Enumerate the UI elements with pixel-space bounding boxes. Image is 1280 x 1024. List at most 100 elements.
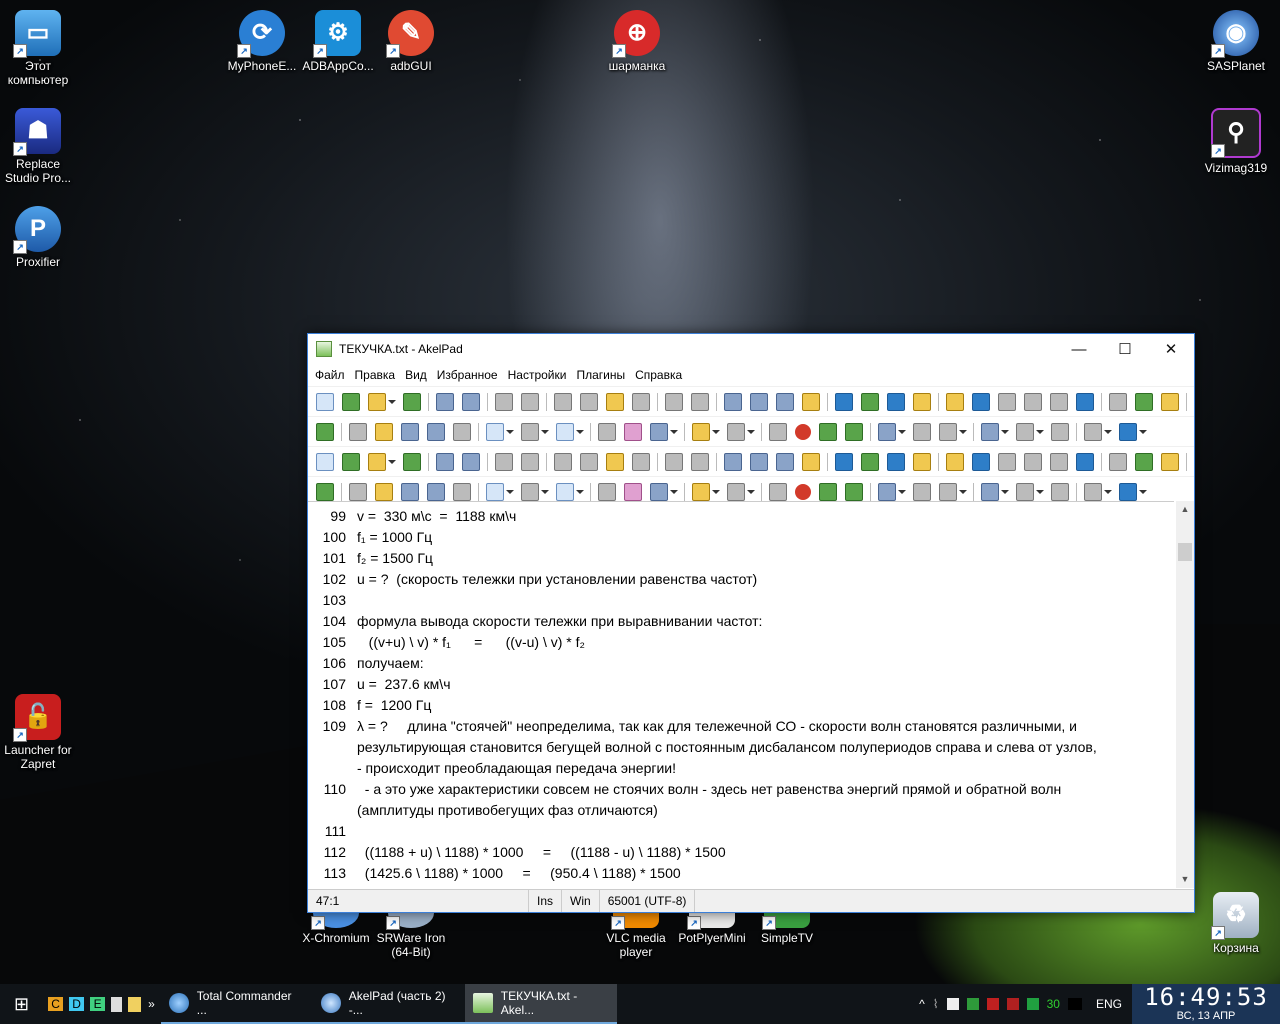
status-encoding[interactable]: 65001 (UTF-8)	[600, 890, 696, 912]
layout-icon[interactable]	[556, 482, 574, 501]
line-text[interactable]: f = 1200 Гц	[357, 695, 1174, 716]
line-text[interactable]: - а это уже характеристики совсем не сто…	[357, 779, 1174, 800]
paste-icon[interactable]	[606, 452, 624, 471]
font-icon[interactable]	[835, 392, 853, 411]
play-to-end-icon[interactable]	[845, 422, 863, 441]
tray-red-icon[interactable]	[986, 998, 999, 1010]
desktop-icon-sharmanka[interactable]: ⊕ шарманка	[599, 10, 675, 73]
editor-line[interactable]: 104 формула вывода скорости тележки при в…	[308, 611, 1174, 632]
preview-icon[interactable]	[650, 482, 668, 501]
compare-icon[interactable]	[453, 422, 471, 441]
text-editor[interactable]: 99 v = 330 м\с = 1188 км\ч 100 f₁ = 1000 Гц…	[308, 501, 1174, 893]
spell-icon[interactable]	[878, 482, 896, 501]
line-text[interactable]: (1425.6 \ 1188) * 1000 = (950.4 \ 1188) …	[357, 863, 1174, 884]
cut-icon[interactable]	[554, 452, 572, 471]
line-text[interactable]: ((v+u) \ v) * f₁ = ((v-u) \ v) * f₂	[357, 632, 1174, 653]
paste-icon[interactable]	[606, 392, 624, 411]
new-file-icon[interactable]	[316, 452, 334, 471]
editor-line[interactable]: 99 v = 330 м\с = 1188 км\ч	[308, 506, 1174, 527]
windows-start-icon[interactable]: ⊞	[0, 984, 43, 1024]
split-horizontal-icon[interactable]	[1050, 452, 1068, 471]
record-icon[interactable]	[795, 423, 811, 440]
line-text[interactable]: формула вывода скорости тележки при выра…	[357, 611, 1174, 632]
color-theme-icon[interactable]	[913, 452, 931, 471]
menu-settings[interactable]: Настройки	[503, 368, 572, 382]
delete-icon[interactable]	[632, 392, 650, 411]
editor-line[interactable]: 100 f₁ = 1000 Гц	[308, 527, 1174, 548]
desktop-icon-adbappcontrol[interactable]: ⚙ ADBAppCo...	[300, 10, 376, 73]
play-icon[interactable]	[819, 482, 837, 501]
word-wrap-icon[interactable]	[972, 392, 990, 411]
open-folder-icon[interactable]	[368, 392, 386, 411]
editor-line[interactable]: 113 (1425.6 \ 1188) * 1000 = (950.4 \ 11…	[308, 863, 1174, 884]
new-window-icon[interactable]	[342, 392, 360, 411]
print-preview-icon[interactable]	[521, 392, 539, 411]
reopen-icon[interactable]	[403, 452, 421, 471]
word-wrap-icon[interactable]	[972, 452, 990, 471]
format-icon[interactable]	[913, 422, 931, 441]
font-plus-icon[interactable]	[861, 452, 879, 471]
preview-icon[interactable]	[650, 422, 668, 441]
delete-icon[interactable]	[632, 452, 650, 471]
new-window-icon[interactable]	[342, 452, 360, 471]
format-icon[interactable]	[913, 482, 931, 501]
replace-icon[interactable]	[776, 392, 794, 411]
line-text[interactable]	[357, 590, 1174, 611]
split-window-icon[interactable]	[998, 452, 1016, 471]
clock[interactable]: 16:49:53 ВС, 13 АПР	[1132, 984, 1280, 1024]
tray-c-icon[interactable]	[1026, 998, 1039, 1010]
menu-plugins[interactable]: Плагины	[571, 368, 630, 382]
save-icon[interactable]	[436, 392, 454, 411]
plugin-gear-icon[interactable]	[1161, 452, 1179, 471]
play-to-end-icon[interactable]	[845, 482, 863, 501]
line-text[interactable]: результирующая становится бегущей волной…	[357, 737, 1174, 758]
print-preview-icon[interactable]	[521, 452, 539, 471]
drive-c-icon[interactable]: C	[48, 997, 64, 1011]
highlight-icon[interactable]	[375, 422, 393, 441]
line-text[interactable]: u = ? (скорость тележки при установлении…	[357, 569, 1174, 590]
drive-d-icon[interactable]: D	[69, 997, 85, 1011]
close-tab-icon[interactable]	[486, 482, 504, 501]
font-minus-icon[interactable]	[887, 452, 905, 471]
editor-line[interactable]: 103	[308, 590, 1174, 611]
scroll-thumb[interactable]	[1178, 543, 1192, 561]
open-folder-icon[interactable]	[368, 452, 386, 471]
editor-line[interactable]: - происходит преобладающая передача энер…	[308, 758, 1174, 779]
desktop-icon-vizimag[interactable]: ⚲ Vizimag319	[1198, 108, 1274, 175]
editor-line[interactable]: 102 u = ? (скорость тележки при установле…	[308, 569, 1174, 590]
color-theme-icon[interactable]	[913, 392, 931, 411]
read-only-icon[interactable]	[946, 452, 964, 471]
undo-icon[interactable]	[665, 392, 683, 411]
menu-file[interactable]: Файл	[310, 368, 350, 382]
desktop-icon-potplayer[interactable]: PotPlyerMini	[674, 898, 750, 945]
goto-icon[interactable]	[802, 452, 820, 471]
line-text[interactable]: - происходит преобладающая передача энер…	[357, 758, 1174, 779]
scroll-icon[interactable]	[1016, 422, 1034, 441]
find-next-icon[interactable]	[750, 452, 768, 471]
highlight-icon[interactable]	[375, 482, 393, 501]
codepage-icon[interactable]	[727, 422, 745, 441]
pilcrow-icon[interactable]	[521, 482, 539, 501]
spell-icon[interactable]	[878, 422, 896, 441]
explorer-icon[interactable]	[692, 482, 710, 501]
save-all-icon[interactable]	[462, 392, 480, 411]
editor-line[interactable]: 105 ((v+u) \ v) * f₁ = ((v-u) \ v) * f₂	[308, 632, 1174, 653]
script-icon[interactable]	[1135, 392, 1153, 411]
desktop-icon-vlc[interactable]: VLC media player	[598, 898, 674, 959]
sort-icon[interactable]	[981, 422, 999, 441]
keyboard-icon[interactable]	[1084, 482, 1102, 501]
menu-favorites[interactable]: Избранное	[432, 368, 503, 382]
desktop-icon-recycle-bin[interactable]: ♻ Корзина	[1198, 892, 1274, 955]
save-icon[interactable]	[436, 452, 454, 471]
menu-view[interactable]: Вид	[400, 368, 432, 382]
scroll-icon[interactable]	[1016, 482, 1034, 501]
line-text[interactable]: f₂ = 1500 Гц	[357, 548, 1174, 569]
plugin-gear-icon[interactable]	[1161, 392, 1179, 411]
line-text[interactable]: (амплитуды противобегущих фаз отличаются…	[357, 800, 1174, 821]
clipboard-list-icon[interactable]	[598, 482, 616, 501]
line-text[interactable]: ((1188 + u) \ 1188) * 1000 = ((1188 - u)…	[357, 842, 1174, 863]
line-text[interactable]: v = 330 м\с = 1188 км\ч	[357, 506, 1174, 527]
close-button[interactable]: ✕	[1148, 334, 1194, 364]
editor-line[interactable]: 106 получаем:	[308, 653, 1174, 674]
read-only-icon[interactable]	[946, 392, 964, 411]
